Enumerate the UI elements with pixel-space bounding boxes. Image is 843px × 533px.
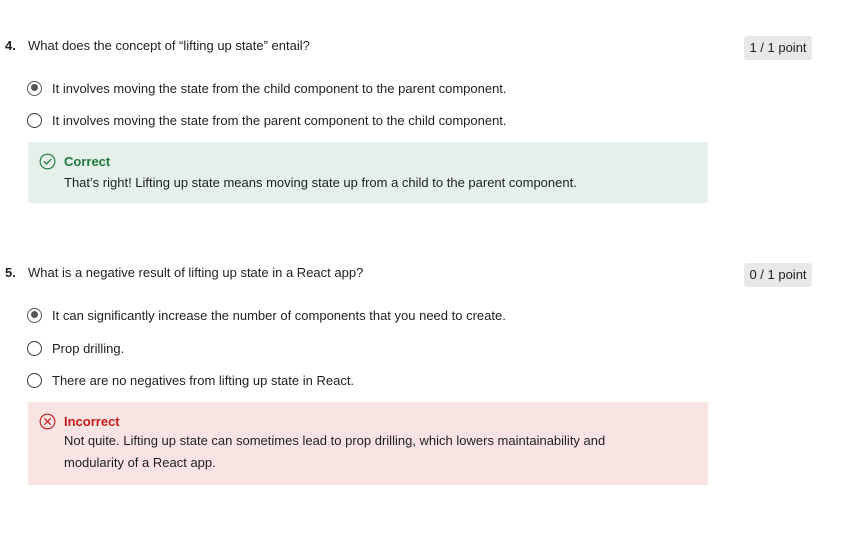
feedback-title: Incorrect — [64, 414, 120, 429]
option-radio[interactable]: It involves moving the state from the ch… — [27, 78, 507, 98]
radio-unselected-icon[interactable] — [27, 372, 42, 388]
feedback-body: Not quite. Lifting up state can sometime… — [64, 433, 606, 470]
points-badge: 1 / 1 point — [744, 36, 812, 60]
radio-unselected-icon[interactable] — [27, 340, 42, 356]
question-text: What is a negative result of lifting up … — [28, 265, 364, 280]
option-label: It involves moving the state from the ch… — [52, 80, 507, 96]
question-number: 4. — [5, 38, 16, 53]
radio-selected-icon[interactable] — [27, 80, 42, 96]
option-radio[interactable]: It can significantly increase the number… — [27, 305, 506, 325]
radio-unselected-icon[interactable] — [27, 112, 42, 128]
question-number: 5. — [5, 265, 16, 280]
feedback-correct: Correct That’s right! Lifting up state m… — [28, 142, 708, 203]
x-circle-icon — [39, 413, 56, 430]
option-radio[interactable]: Prop drilling. — [27, 338, 124, 358]
option-label: It involves moving the state from the pa… — [52, 112, 507, 128]
feedback-body: That’s right! Lifting up state means mov… — [64, 175, 577, 190]
option-label: It can significantly increase the number… — [52, 307, 506, 323]
radio-selected-icon[interactable] — [27, 307, 42, 323]
option-label: There are no negatives from lifting up s… — [52, 372, 355, 388]
option-radio[interactable]: It involves moving the state from the pa… — [27, 110, 507, 130]
points-badge: 0 / 1 point — [744, 263, 812, 287]
feedback-title: Correct — [64, 154, 111, 169]
option-radio[interactable]: There are no negatives from lifting up s… — [27, 370, 354, 390]
option-label: Prop drilling. — [52, 340, 125, 356]
question-text: What does the concept of “lifting up sta… — [28, 38, 310, 53]
feedback-incorrect: Incorrect Not quite. Lifting up state ca… — [28, 402, 708, 485]
check-circle-icon — [39, 153, 56, 170]
